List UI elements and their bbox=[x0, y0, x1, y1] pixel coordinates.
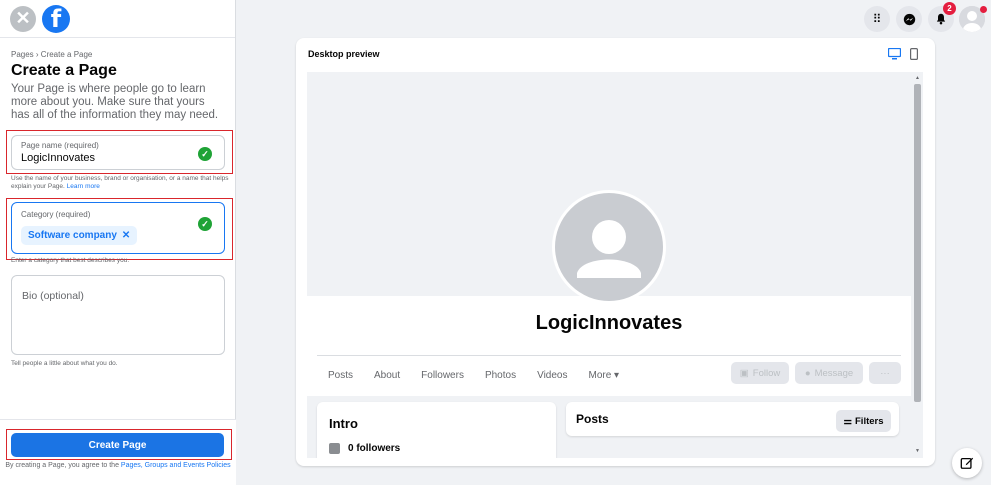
intro-title: Intro bbox=[329, 416, 358, 431]
tab-photos[interactable]: Photos bbox=[485, 370, 516, 381]
intro-card: Intro 0 followers bbox=[317, 402, 556, 458]
followers-icon bbox=[329, 443, 340, 454]
page-title: Create a Page bbox=[11, 62, 117, 79]
facebook-logo-icon[interactable]: f bbox=[42, 4, 70, 33]
category-check-icon: ✓ bbox=[198, 217, 212, 231]
bio-field[interactable]: Bio (optional) bbox=[11, 275, 225, 355]
tab-followers[interactable]: Followers bbox=[421, 370, 464, 381]
page-name-input[interactable]: LogicInnovates bbox=[21, 152, 215, 164]
account-dot bbox=[980, 6, 987, 13]
posts-card: Posts ⚌ Filters bbox=[566, 402, 899, 436]
filters-icon: ⚌ bbox=[843, 415, 852, 427]
preview-heading: Desktop preview bbox=[308, 49, 380, 59]
page-name-label: Page name (required) bbox=[21, 141, 99, 150]
notifications-badge: 2 bbox=[943, 2, 956, 15]
preview-viewport: LogicInnovates Posts About Followers Pho… bbox=[307, 72, 923, 458]
create-page-panel: ✕ f Pages › Create a Page Create a Page … bbox=[0, 0, 236, 485]
follow-icon: ▣ bbox=[739, 367, 749, 379]
menu-grid-icon[interactable]: ⠿ bbox=[864, 6, 890, 32]
page-name-check-icon: ✓ bbox=[198, 147, 212, 161]
close-icon[interactable]: ✕ bbox=[10, 5, 36, 32]
messenger-icon[interactable] bbox=[896, 6, 922, 32]
tab-videos[interactable]: Videos bbox=[537, 370, 567, 381]
policy-text: By creating a Page, you agree to the Pag… bbox=[5, 462, 231, 469]
bio-placeholder: Bio (optional) bbox=[22, 290, 84, 302]
breadcrumb: Pages › Create a Page bbox=[11, 50, 93, 59]
category-chip-label: Software company bbox=[28, 230, 117, 241]
category-label: Category (required) bbox=[21, 210, 91, 219]
policies-link[interactable]: Pages, Groups and Events Policies bbox=[121, 462, 231, 469]
message-button[interactable]: ● Message bbox=[795, 362, 863, 384]
scroll-down-icon[interactable]: ▼ bbox=[915, 448, 920, 454]
category-chip[interactable]: Software company ✕ bbox=[21, 226, 138, 245]
scrollbar-thumb[interactable] bbox=[914, 84, 921, 402]
create-page-button[interactable]: Create Page bbox=[11, 433, 224, 457]
desktop-preview-card: Desktop preview LogicInnovates Posts Abo… bbox=[296, 38, 935, 466]
tab-posts[interactable]: Posts bbox=[328, 370, 353, 381]
preview-page-name: LogicInnovates bbox=[535, 312, 683, 334]
profile-picture bbox=[552, 190, 666, 304]
mobile-view-icon[interactable] bbox=[910, 47, 919, 65]
more-options-button[interactable]: ··· bbox=[869, 362, 901, 384]
desktop-view-icon[interactable] bbox=[887, 47, 902, 65]
page-description: Your Page is where people go to learn mo… bbox=[11, 83, 219, 121]
panel-topbar: ✕ f bbox=[0, 0, 235, 38]
tab-about[interactable]: About bbox=[374, 370, 400, 381]
posts-title: Posts bbox=[576, 412, 609, 426]
page-name-field[interactable]: Page name (required) LogicInnovates ✓ bbox=[11, 135, 225, 170]
scroll-up-icon[interactable]: ▲ bbox=[915, 75, 920, 81]
bio-help: Tell people a little about what you do. bbox=[11, 360, 118, 367]
category-field[interactable]: Category (required) Software company ✕ ✓ bbox=[11, 202, 225, 254]
category-help: Enter a category that best describes you… bbox=[11, 257, 130, 264]
followers-row: 0 followers bbox=[329, 443, 400, 454]
follow-button[interactable]: ▣ Follow bbox=[731, 362, 789, 384]
remove-chip-icon[interactable]: ✕ bbox=[122, 230, 130, 241]
panel-footer: Create Page By creating a Page, you agre… bbox=[0, 419, 236, 485]
preview-scrollbar[interactable]: ▲ ▼ bbox=[912, 72, 923, 458]
tab-more[interactable]: More ▾ bbox=[589, 370, 620, 381]
page-name-help: Use the name of your business, brand or … bbox=[11, 175, 229, 190]
compose-edit-icon[interactable] bbox=[952, 448, 982, 478]
learn-more-link[interactable]: Learn more bbox=[67, 183, 100, 190]
filters-button[interactable]: ⚌ Filters bbox=[836, 410, 891, 432]
message-icon: ● bbox=[804, 367, 811, 379]
